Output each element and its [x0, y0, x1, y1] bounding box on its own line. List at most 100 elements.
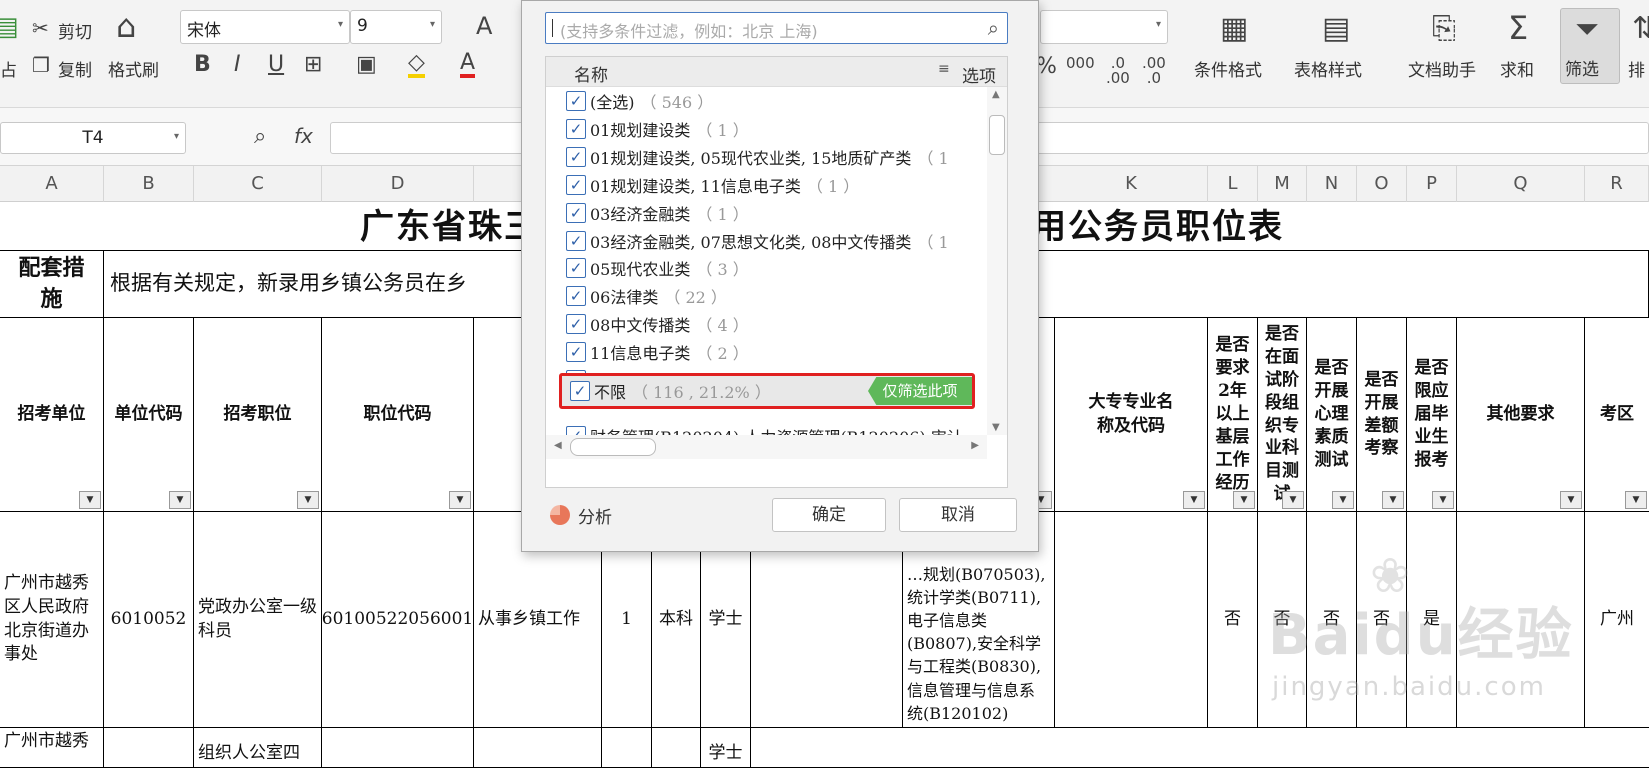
sum-icon[interactable]: Σ: [1508, 12, 1528, 44]
fx-icon[interactable]: fx: [294, 126, 313, 146]
filter-dropdown-arrow[interactable]: ▼: [1332, 491, 1354, 509]
only-filter-this-button[interactable]: 仅筛选此项: [868, 377, 972, 405]
filter-item[interactable]: ✓ 08中文传播类（ 4 ）: [566, 310, 749, 338]
filter-dropdown-arrow[interactable]: ▼: [1625, 491, 1647, 509]
filter-item-select-all[interactable]: ✓ (全选) （ 546 ）: [566, 87, 713, 115]
number-format-select[interactable]: ▾: [1040, 10, 1168, 44]
cell-education-row2[interactable]: [652, 728, 701, 768]
checkbox-checked-icon[interactable]: ✓: [566, 202, 586, 223]
filter-button[interactable]: ⏷ 筛选: [1560, 8, 1620, 84]
cancel-button[interactable]: 取消: [899, 498, 1017, 532]
checkbox-checked-icon[interactable]: ✓: [566, 425, 586, 435]
cell-unit-row2[interactable]: 广州市越秀: [0, 728, 104, 768]
sum-button[interactable]: 求和: [1500, 56, 1534, 81]
fill-color-icon[interactable]: ◇: [408, 52, 425, 78]
vertical-scrollbar[interactable]: ▲ ▼: [987, 87, 1007, 435]
zoom-icon[interactable]: ⌕: [254, 126, 266, 148]
sort-icon[interactable]: ⇅: [1632, 14, 1649, 44]
copy-icon[interactable]: ❐: [32, 55, 50, 75]
thousands-icon[interactable]: 000: [1066, 56, 1095, 71]
cell-position-code-row2[interactable]: [322, 728, 474, 768]
checkbox-checked-icon[interactable]: ✓: [566, 146, 586, 167]
column-header-k[interactable]: K: [1055, 166, 1208, 202]
checkbox-checked-icon[interactable]: ✓: [566, 314, 586, 335]
border-icon[interactable]: ⊞: [304, 54, 322, 76]
increase-font-icon[interactable]: A: [476, 14, 492, 38]
conditional-format-button[interactable]: 条件格式: [1194, 56, 1262, 81]
filter-dropdown-arrow[interactable]: ▼: [169, 491, 191, 509]
scrollbar-thumb[interactable]: [989, 115, 1005, 155]
analyze-button[interactable]: 分析: [578, 503, 612, 528]
format-painter-icon[interactable]: ⌂: [116, 10, 136, 42]
font-color-icon[interactable]: A: [460, 52, 476, 78]
measures-label-cell[interactable]: 配套措施: [0, 250, 104, 318]
column-header-a[interactable]: A: [0, 166, 104, 202]
header-other[interactable]: 其他要求 ▼: [1457, 318, 1585, 512]
scroll-left-arrow-icon[interactable]: ◀: [554, 440, 562, 451]
checkbox-checked-icon[interactable]: ✓: [566, 91, 586, 111]
cell-position-code[interactable]: 60100522056001: [322, 512, 474, 728]
column-header-c[interactable]: C: [194, 166, 322, 202]
conditional-format-icon[interactable]: ▦: [1220, 14, 1248, 44]
column-header-n[interactable]: N: [1307, 166, 1357, 202]
column-header-r[interactable]: R: [1585, 166, 1649, 202]
filter-dropdown-arrow[interactable]: ▼: [1282, 491, 1304, 509]
filter-item[interactable]: ✓ 03经济金融类, 07思想文化类, 08中文传播类（ 1: [566, 227, 949, 255]
filter-item[interactable]: ✓ 11信息电子类（ 2 ）: [566, 338, 749, 366]
checkbox-checked-icon[interactable]: ✓: [566, 258, 586, 279]
cut-button[interactable]: 剪切: [58, 18, 92, 43]
doc-assistant-icon[interactable]: ⎘: [1432, 14, 1456, 44]
cell-base-exp[interactable]: 否: [1208, 512, 1258, 728]
underline-icon[interactable]: U: [268, 54, 284, 76]
search-icon[interactable]: ⌕: [988, 16, 999, 40]
filter-item-unlimited[interactable]: ✓ 不限 （ 116 , 21.2% ）: [570, 377, 771, 405]
column-header-m[interactable]: M: [1258, 166, 1307, 202]
scroll-up-arrow-icon[interactable]: ▲: [992, 89, 1000, 100]
header-college-major[interactable]: 大专专业名称及代码 ▼: [1055, 318, 1208, 512]
sort-label-fragment[interactable]: 排: [1628, 56, 1645, 81]
filter-dropdown-arrow[interactable]: ▼: [1382, 491, 1404, 509]
filter-item[interactable]: ✓ 财务管理(B120204),人力资源管理(B120206),审计: [566, 422, 969, 435]
checkbox-checked-icon[interactable]: ✓: [566, 286, 586, 307]
cell-college-major[interactable]: [1055, 512, 1208, 728]
cell-exam-area[interactable]: 广州: [1585, 512, 1649, 728]
checkbox-checked-icon[interactable]: ✓: [566, 118, 586, 139]
filter-dropdown-arrow[interactable]: ▼: [1183, 491, 1205, 509]
header-position[interactable]: 招考职位 ▼: [194, 318, 322, 512]
filter-item[interactable]: ✓ 01规划建设类, 11信息电子类（ 1 ）: [566, 171, 859, 199]
doc-assistant-button[interactable]: 文档助手: [1408, 56, 1476, 81]
filter-item[interactable]: ✓ 01规划建设类, 05现代农业类, 15地质矿产类（ 1: [566, 143, 949, 171]
cell-position-row2[interactable]: 组织人公室四: [194, 728, 322, 768]
scroll-right-arrow-icon[interactable]: ▶: [971, 440, 979, 451]
header-unit-code[interactable]: 单位代码 ▼: [104, 318, 194, 512]
checkbox-checked-icon[interactable]: ✓: [566, 230, 586, 251]
filter-dropdown-arrow[interactable]: ▼: [449, 491, 471, 509]
cell-degree-row2[interactable]: 学士: [701, 728, 751, 768]
header-diff[interactable]: 是否开展差额考察 ▼: [1357, 318, 1407, 512]
column-header-l[interactable]: L: [1208, 166, 1258, 202]
scroll-down-arrow-icon[interactable]: ▼: [992, 422, 1000, 433]
table-style-icon[interactable]: ▤: [1322, 14, 1350, 44]
italic-icon[interactable]: I: [234, 54, 241, 76]
header-exam-area[interactable]: 考区 ▼: [1585, 318, 1649, 512]
filter-item[interactable]: ✓ 03经济金融类（ 1 ）: [566, 199, 749, 227]
percent-icon[interactable]: %: [1036, 56, 1057, 78]
cell-duty-row2[interactable]: [474, 728, 602, 768]
cell-unit-code-row2[interactable]: [104, 728, 194, 768]
checkbox-checked-icon[interactable]: ✓: [566, 174, 586, 195]
filter-search-input[interactable]: (支持多条件过滤，例如：北京 上海) ⌕: [545, 12, 1008, 44]
filter-item[interactable]: ✓ 06法律类（ 22 ）: [566, 282, 727, 310]
column-header-b[interactable]: B: [104, 166, 194, 202]
horizontal-scrollbar[interactable]: ◀ ▶: [546, 435, 987, 459]
filter-item[interactable]: ✓ 05现代农业类（ 3 ）: [566, 254, 749, 282]
header-graduate[interactable]: 是否限应届毕业生报考 ▼: [1407, 318, 1457, 512]
copy-button[interactable]: 复制: [58, 56, 92, 81]
filter-dropdown-arrow[interactable]: ▼: [79, 491, 101, 509]
column-header-d[interactable]: D: [322, 166, 474, 202]
filter-dropdown-arrow[interactable]: ▼: [1432, 491, 1454, 509]
table-style-button[interactable]: 表格样式: [1294, 56, 1362, 81]
checkbox-checked-icon[interactable]: ✓: [570, 381, 590, 401]
fill-style-icon[interactable]: ▣: [356, 54, 377, 76]
column-header-o[interactable]: O: [1357, 166, 1407, 202]
decrease-decimal-icon[interactable]: .00.0: [1142, 56, 1166, 86]
